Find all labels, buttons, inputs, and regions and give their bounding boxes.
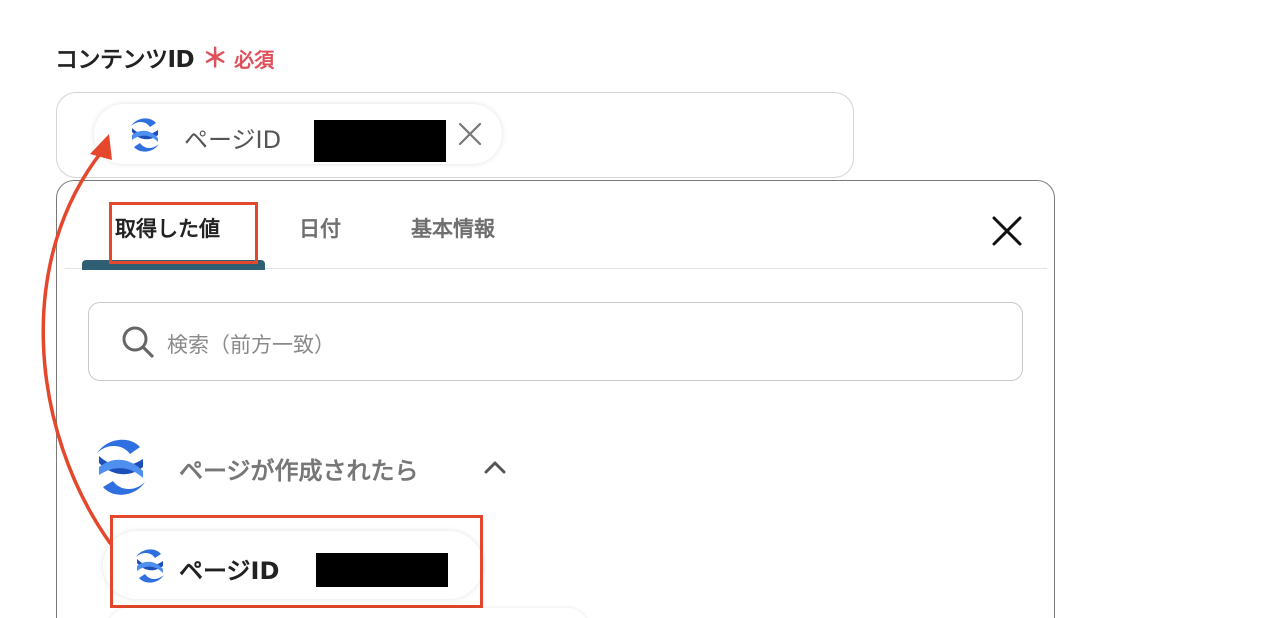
tab-highlight-box xyxy=(109,202,258,264)
tab-basic-info[interactable]: 基本情報 xyxy=(411,213,495,243)
field-label: コンテンツID ＊ 必須 xyxy=(55,38,274,75)
required-badge: 必須 xyxy=(234,48,275,72)
close-icon[interactable] xyxy=(991,215,1023,247)
confluence-logo-icon xyxy=(131,118,159,152)
selected-value-chip[interactable]: ページID xyxy=(94,104,502,164)
list-item-label: ページID xyxy=(179,557,280,585)
list-item[interactable] xyxy=(108,608,588,618)
list-item-page-id[interactable]: ページID xyxy=(103,531,483,599)
tab-bar: 取得した値 日付 基本情報 xyxy=(65,202,1047,270)
redacted-value xyxy=(316,553,448,587)
section-header-page-created[interactable]: ページが作成されたら xyxy=(93,439,553,495)
confluence-logo-icon xyxy=(97,439,145,495)
confluence-logo-icon xyxy=(136,549,164,583)
chevron-up-icon[interactable] xyxy=(483,457,507,477)
section-title: ページが作成されたら xyxy=(179,457,419,485)
remove-chip-icon[interactable] xyxy=(458,122,482,146)
required-asterisk: ＊ xyxy=(202,44,229,74)
search-placeholder: 検索（前方一致） xyxy=(167,333,335,357)
field-label-text: コンテンツID xyxy=(55,47,195,73)
selected-chip-label: ページID xyxy=(184,126,282,154)
redacted-value xyxy=(314,120,446,162)
search-icon xyxy=(122,326,154,358)
search-input[interactable]: 検索（前方一致） xyxy=(88,302,1023,381)
tab-date[interactable]: 日付 xyxy=(299,213,341,243)
